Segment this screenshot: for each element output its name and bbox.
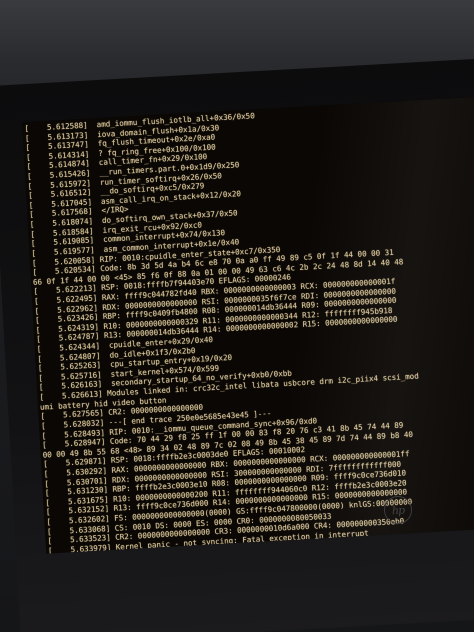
logo-text: hp (391, 503, 405, 517)
laptop-screen: [ 5.612588] amd_iommu_flush_iotlb_all+0x… (22, 96, 474, 554)
photo-scene: [ 5.612588] amd_iommu_flush_iotlb_all+0x… (0, 0, 474, 632)
kernel-panic-console: [ 5.612588] amd_iommu_flush_iotlb_all+0x… (24, 98, 474, 553)
laptop-bezel: [ 5.612588] amd_iommu_flush_iotlb_all+0x… (0, 58, 474, 632)
